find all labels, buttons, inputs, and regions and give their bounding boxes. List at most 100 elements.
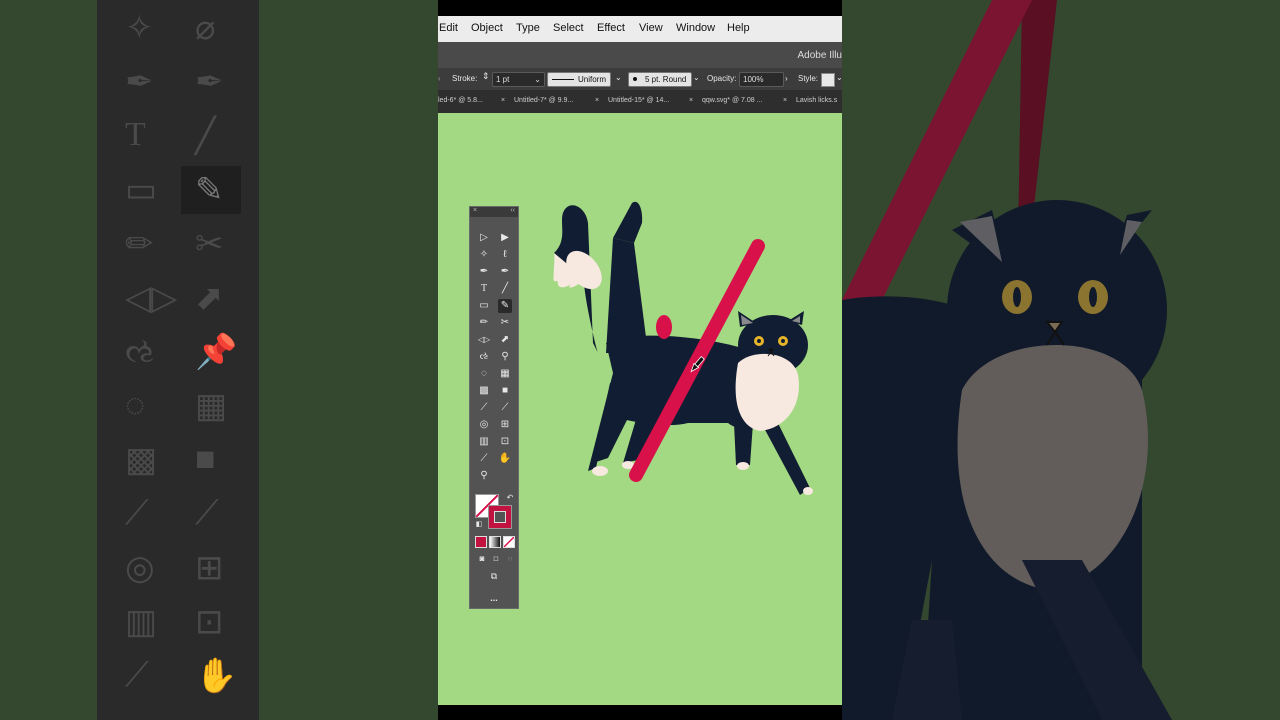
ghost-rectangle-icon: ▭ (125, 171, 158, 209)
ghost-scissors-icon: ✂ (195, 225, 224, 263)
artboard-canvas[interactable]: × ‹‹ ▷ ▶ ✧ ℓ ✒ ✒ T ╱ ▭ ✎ ✏ ✂ ◁▷ ⬈ ઌ ⚲ ◌ … (438, 113, 842, 705)
type-icon[interactable]: T (477, 282, 491, 296)
paintbrush-icon[interactable]: ✎ (498, 299, 512, 313)
lasso-icon[interactable]: ℓ (498, 248, 512, 262)
slice-icon[interactable]: ⟋ (477, 452, 491, 466)
opacity-chevron-icon[interactable]: › (785, 74, 788, 83)
tab-document[interactable]: Untitled-7* @ 9.9... (514, 97, 573, 104)
tab-close-icon[interactable]: × (595, 97, 599, 104)
color-mode-icon[interactable] (475, 536, 487, 548)
tab-close-icon[interactable]: × (783, 97, 787, 104)
free-transform-icon[interactable]: ⬈ (498, 333, 512, 347)
document-tabs: led-6* @ 5.8... × Untitled-7* @ 9.9... ×… (438, 90, 842, 113)
style-swatch[interactable] (821, 73, 835, 87)
perspective-icon[interactable]: ▦ (498, 367, 512, 381)
tab-document[interactable]: qqw.svg* @ 7.08 ... (702, 97, 762, 104)
round-brush-icon (633, 77, 637, 81)
tools-panel-header[interactable]: × ‹‹ (470, 207, 518, 217)
menu-bar: Edit Object Type Select Effect View Wind… (438, 16, 842, 42)
direct-selection-icon[interactable]: ▶ (498, 231, 512, 245)
opacity-value: 100% (743, 75, 764, 84)
bottom-letterbox (438, 705, 842, 720)
tab-document[interactable]: Untitled-15* @ 14... (608, 97, 669, 104)
shape-builder-icon[interactable]: ◌ (477, 367, 491, 381)
menu-effect[interactable]: Effect (597, 22, 625, 34)
tab-close-icon[interactable]: × (501, 97, 505, 104)
background-cat-illustration (842, 0, 1172, 720)
background-left: ✧ ⌀ ✒ ✒ T ╱ ▭ ✎ ✏ ✂ ◁▷ ⬈ ઌ 📌 ◌ ▦ ▩ ■ ⟋ ⟋… (0, 0, 438, 720)
menu-view[interactable]: View (639, 22, 663, 34)
application-title-bar: Adobe Illu (438, 42, 842, 68)
magic-wand-icon[interactable]: ✧ (477, 248, 491, 262)
tab-close-icon[interactable]: × (689, 97, 693, 104)
menu-help[interactable]: Help (727, 22, 750, 34)
column-graph-icon[interactable]: ▥ (477, 435, 491, 449)
collapse-chevron-icon[interactable]: ‹ (438, 74, 441, 83)
ghost-reflect-icon: ◁▷ (125, 279, 178, 317)
stroke-weight-value: 1 pt (496, 75, 510, 84)
reflect-icon[interactable]: ◁▷ (477, 333, 491, 347)
style-chevron-icon[interactable]: ⌄ (836, 73, 842, 82)
ghost-lasso-icon: ⌀ (195, 9, 216, 47)
ghost-gradient-icon: ■ (195, 440, 216, 478)
menu-window[interactable]: Window (676, 22, 715, 34)
rectangle-icon[interactable]: ▭ (477, 299, 491, 313)
menu-object[interactable]: Object (471, 22, 503, 34)
scissors-icon[interactable]: ✂ (498, 316, 512, 330)
profile-chevron-icon[interactable]: ⌄ (615, 73, 622, 82)
tools-panel: × ‹‹ ▷ ▶ ✧ ℓ ✒ ✒ T ╱ ▭ ✎ ✏ ✂ ◁▷ ⬈ ઌ ⚲ ◌ … (469, 206, 519, 609)
tab-document[interactable]: led-6* @ 5.8... (438, 97, 483, 104)
warp-icon[interactable]: ઌ (477, 350, 491, 364)
hand-icon[interactable]: ✋ (498, 452, 512, 466)
puppet-warp-icon[interactable]: ⚲ (498, 350, 512, 364)
swap-colors-icon[interactable]: ↶ (503, 491, 517, 505)
gradient-mode-icon[interactable] (489, 536, 501, 548)
opacity-label: Opacity: (707, 74, 737, 83)
stroke-weight-field[interactable]: 1 pt ⌄ (492, 72, 545, 87)
chevron-down-icon: ⌄ (534, 75, 541, 84)
menu-select[interactable]: Select (553, 22, 584, 34)
menu-edit[interactable]: Edit (439, 22, 458, 34)
symbol-sprayer-icon[interactable]: ⊞ (498, 418, 512, 432)
ghost-pencil-icon: ✏ (125, 225, 154, 263)
ghost-line-icon: ╱ (195, 117, 216, 155)
draw-normal-icon[interactable]: ◙ (475, 552, 489, 566)
cat-chest (735, 353, 799, 431)
ghost-free-transform-icon: ⬈ (195, 279, 224, 317)
draw-behind-icon[interactable]: ◘ (489, 552, 503, 566)
collapse-icon[interactable]: ‹‹ (510, 207, 515, 214)
variable-width-profile[interactable]: Uniform (547, 72, 611, 87)
background-right (842, 0, 1280, 720)
curvature-icon[interactable]: ✒ (498, 265, 512, 279)
selection-icon[interactable]: ▷ (477, 231, 491, 245)
eyedropper2-icon[interactable]: ⟋ (498, 401, 512, 415)
blend-icon[interactable]: ◎ (477, 418, 491, 432)
ghost-slice-icon: ⟋ (125, 656, 149, 694)
background-toolbox-zoom: ✧ ⌀ ✒ ✒ T ╱ ▭ ✎ ✏ ✂ ◁▷ ⬈ ઌ 📌 ◌ ▦ ▩ ■ ⟋ ⟋… (97, 0, 259, 720)
artboard-icon[interactable]: ⊡ (498, 435, 512, 449)
app-title: Adobe Illu (797, 50, 842, 61)
menu-type[interactable]: Type (516, 22, 540, 34)
illustrator-window: Edit Object Type Select Effect View Wind… (438, 0, 842, 720)
mesh-icon[interactable]: ▩ (477, 384, 491, 398)
none-mode-icon[interactable] (503, 536, 515, 548)
opacity-field[interactable]: 100% (739, 72, 784, 87)
draw-inside-icon[interactable]: ○ (503, 552, 517, 566)
gradient-icon[interactable]: ■ (498, 384, 512, 398)
stroke-swatch[interactable] (488, 505, 512, 529)
tab-document-active[interactable]: Lavish licks.s (796, 97, 837, 104)
screen-mode-icon[interactable]: ⧉ (487, 569, 501, 583)
control-bar: ‹ Stroke: ⇕ 1 pt ⌄ Uniform ⌄ 5 pt. Round … (438, 68, 842, 90)
default-colors-icon[interactable]: ◧ (472, 518, 486, 532)
pencil-icon[interactable]: ✏ (477, 316, 491, 330)
stroke-stepper-icon[interactable]: ⇕ (482, 71, 490, 82)
eyedropper-icon[interactable]: ⟋ (477, 401, 491, 415)
close-icon[interactable]: × (473, 207, 477, 214)
brush-definition[interactable]: 5 pt. Round (628, 72, 692, 87)
pen-icon[interactable]: ✒ (477, 265, 491, 279)
brush-chevron-icon[interactable]: ⌄ (693, 73, 700, 82)
zoom-icon[interactable]: ⚲ (477, 469, 491, 483)
line-icon[interactable]: ╱ (498, 282, 512, 296)
ghost-perspective-icon: ▦ (195, 387, 228, 425)
edit-toolbar-icon[interactable]: ... (487, 591, 501, 605)
